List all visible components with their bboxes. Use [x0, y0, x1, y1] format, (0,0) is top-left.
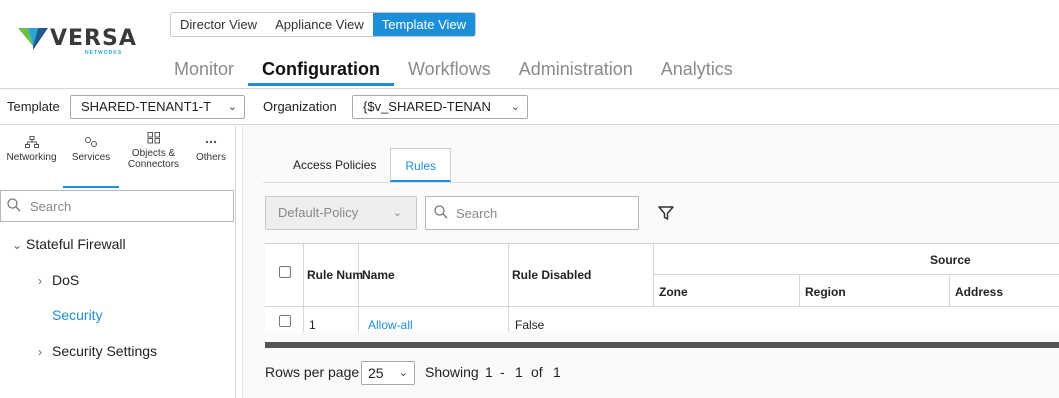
- tree-security-settings-label: Security Settings: [52, 343, 158, 359]
- left-panel: Networking Services Objects & Connectors: [0, 126, 236, 398]
- table-divider: [653, 244, 654, 306]
- tab-objects-connectors[interactable]: Objects & Connectors: [119, 126, 188, 188]
- select-all-checkbox[interactable]: [279, 266, 291, 278]
- row-checkbox[interactable]: [279, 315, 291, 327]
- col-region[interactable]: Region: [805, 285, 846, 299]
- left-search-placeholder: Search: [30, 199, 72, 214]
- col-group-source: Source: [930, 253, 971, 267]
- versa-logo-mark-icon: [18, 28, 48, 50]
- context-bar: Template SHARED-TENANT1-T ⌄ Organization…: [0, 89, 1059, 125]
- tab-rules[interactable]: Rules: [390, 148, 452, 182]
- director-view-button[interactable]: Director View: [171, 13, 267, 36]
- row-name-link[interactable]: Allow-all: [368, 318, 413, 332]
- tab-services-label: Services: [71, 152, 111, 163]
- organization-select[interactable]: {$v_SHARED-TENAN ⌄: [352, 95, 528, 119]
- tab-access-policies[interactable]: Access Policies: [279, 148, 390, 182]
- brand-sub: NETWORKS: [85, 50, 123, 56]
- tab-others-label: Others: [195, 152, 226, 163]
- showing-to: 1: [515, 364, 523, 380]
- template-select[interactable]: SHARED-TENANT1-T ⌄: [70, 95, 245, 119]
- col-name[interactable]: Name: [362, 268, 395, 282]
- filter-icon[interactable]: [657, 204, 675, 222]
- tab-networking-label: Networking: [6, 152, 57, 163]
- showing-of: of: [531, 364, 543, 380]
- search-icon: [7, 198, 21, 212]
- col-address[interactable]: Address: [955, 285, 1003, 299]
- chevron-down-icon: ⌄: [398, 367, 408, 379]
- showing-label: Showing: [425, 364, 479, 380]
- showing-total: 1: [553, 364, 561, 380]
- content-area: Access Policies Rules Default-Policy ⌄ S…: [237, 126, 1059, 398]
- template-select-value: SHARED-TENANT1-T: [81, 99, 212, 114]
- tree-dos-label: DoS: [52, 272, 80, 288]
- table-divider: [265, 306, 1059, 307]
- sub-tabs-divider: [263, 182, 1059, 183]
- nav-administration[interactable]: Administration: [505, 56, 647, 86]
- policy-select-value: Default-Policy: [278, 205, 359, 220]
- search-icon: [434, 205, 448, 219]
- chevron-down-icon: ⌄: [392, 207, 402, 219]
- tab-others[interactable]: Others: [188, 126, 234, 188]
- chevron-down-icon: ⌄: [12, 238, 23, 252]
- table-horizontal-scrollbar[interactable]: [265, 342, 1059, 348]
- appliance-view-button[interactable]: Appliance View: [266, 13, 373, 36]
- main-nav: Monitor Configuration Workflows Administ…: [160, 56, 747, 86]
- rows-per-page-label: Rows per page: [265, 364, 360, 380]
- nav-configuration[interactable]: Configuration: [248, 56, 395, 86]
- tree-security[interactable]: Security: [52, 307, 103, 323]
- col-zone[interactable]: Zone: [659, 285, 688, 299]
- services-icon: [85, 137, 97, 147]
- table-divider: [653, 274, 1059, 275]
- rows-per-page-select[interactable]: 25 ⌄: [361, 361, 415, 385]
- tab-services[interactable]: Services: [63, 126, 119, 188]
- tree-security-label: Security: [52, 307, 103, 323]
- table-divider: [949, 274, 950, 306]
- nav-analytics[interactable]: Analytics: [647, 56, 747, 86]
- table-divider: [799, 274, 800, 306]
- network-icon: [24, 136, 39, 148]
- table-divider: [303, 244, 304, 332]
- col-rule-disabled[interactable]: Rule Disabled: [512, 268, 591, 282]
- nav-workflows[interactable]: Workflows: [394, 56, 505, 86]
- tree-stateful-firewall-label: Stateful Firewall: [26, 236, 126, 252]
- row-rule-disabled: False: [515, 318, 545, 332]
- rows-per-page-value: 25: [368, 365, 384, 381]
- showing-dash: -: [500, 364, 505, 380]
- showing-from: 1: [485, 364, 493, 380]
- policy-select[interactable]: Default-Policy ⌄: [265, 196, 417, 230]
- template-label: Template: [7, 99, 60, 114]
- left-search-input[interactable]: Search: [0, 190, 234, 222]
- chevron-right-icon: ›: [38, 274, 42, 288]
- chevron-down-icon: ⌄: [510, 101, 520, 113]
- nav-monitor[interactable]: Monitor: [160, 56, 248, 86]
- rules-search-placeholder: Search: [456, 206, 498, 221]
- view-switch: Director View Appliance View Template Vi…: [170, 12, 477, 37]
- table-divider: [358, 244, 359, 332]
- tab-objects-label: Objects & Connectors: [127, 148, 180, 170]
- tree-security-settings[interactable]: › Security Settings: [38, 343, 157, 359]
- template-view-button[interactable]: Template View: [372, 13, 476, 36]
- tree-dos[interactable]: › DoS: [38, 272, 79, 288]
- col-rule-num[interactable]: Rule Num: [307, 268, 363, 282]
- organization-select-value: {$v_SHARED-TENAN: [363, 99, 491, 114]
- content-panel: Access Policies Rules Default-Policy ⌄ S…: [242, 126, 1059, 398]
- rules-table: Rule Num Name Rule Disabled Source Zone …: [265, 243, 1059, 332]
- table-divider: [508, 244, 509, 332]
- sub-tabs: Access Policies Rules: [279, 148, 452, 182]
- app-header: VERSA NETWORKS Director View Appliance V…: [0, 0, 1059, 90]
- row-rule-num: 1: [309, 318, 316, 332]
- objects-icon: [147, 132, 160, 144]
- rules-search-input[interactable]: Search: [425, 196, 639, 230]
- brand-name: VERSA: [50, 26, 137, 51]
- organization-label: Organization: [263, 99, 337, 114]
- tree-stateful-firewall[interactable]: ⌄ Stateful Firewall: [12, 236, 126, 252]
- chevron-down-icon: ⌄: [227, 101, 237, 113]
- more-icon: [205, 140, 217, 144]
- left-tabs: Networking Services Objects & Connectors: [0, 126, 236, 190]
- chevron-right-icon: ›: [38, 345, 42, 359]
- tab-networking[interactable]: Networking: [0, 126, 63, 188]
